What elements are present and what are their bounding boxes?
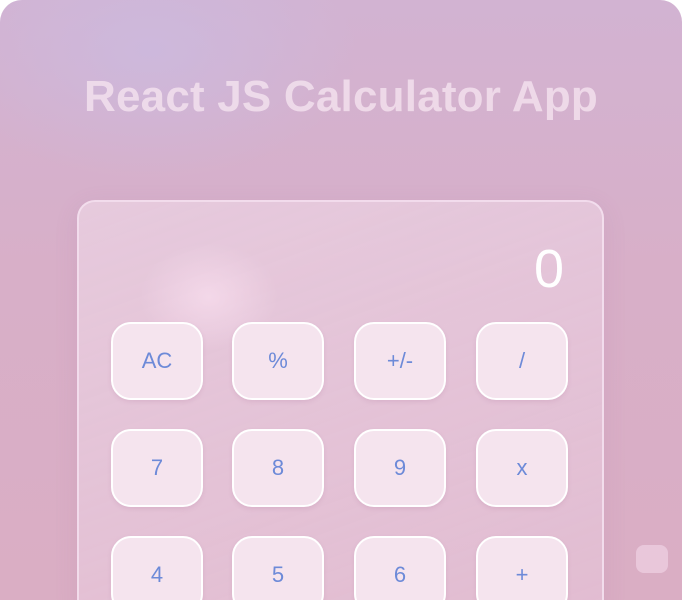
corner-tab: [636, 545, 668, 573]
digit-6-button[interactable]: 6: [354, 536, 446, 600]
calculator-display: 0: [533, 239, 564, 299]
app-window: React JS Calculator App 0 AC % +/- / 7 8…: [0, 0, 682, 600]
multiply-button[interactable]: x: [476, 429, 568, 507]
page-title: React JS Calculator App: [84, 72, 598, 121]
digit-5-button[interactable]: 5: [232, 536, 324, 600]
digit-7-button[interactable]: 7: [111, 429, 203, 507]
digit-8-button[interactable]: 8: [232, 429, 324, 507]
plus-button[interactable]: +: [476, 536, 568, 600]
calculator-panel: 0 AC % +/- / 7 8 9 x 4 5 6 +: [77, 200, 604, 600]
percent-button[interactable]: %: [232, 322, 324, 400]
plus-minus-button[interactable]: +/-: [354, 322, 446, 400]
ac-button[interactable]: AC: [111, 322, 203, 400]
divide-button[interactable]: /: [476, 322, 568, 400]
digit-9-button[interactable]: 9: [354, 429, 446, 507]
digit-4-button[interactable]: 4: [111, 536, 203, 600]
